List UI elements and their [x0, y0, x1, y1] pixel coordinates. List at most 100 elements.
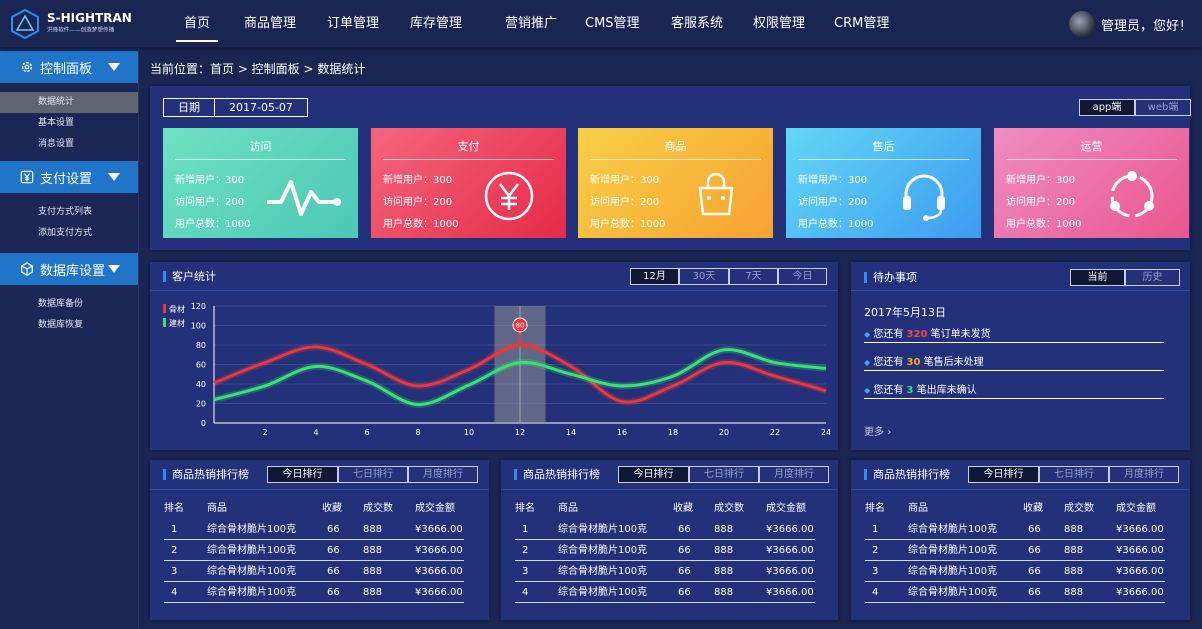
tab-current[interactable]: 当前: [1070, 269, 1125, 286]
table-cell: 888: [1064, 566, 1084, 577]
table-cell: 66: [327, 566, 340, 577]
column-header: 成交金额: [766, 503, 806, 514]
table-row[interactable]: 2 综合骨材脆片100克 66 888 ¥3666.00: [164, 540, 464, 561]
stat-label: 新增用户：: [590, 175, 640, 186]
tab-app[interactable]: app端: [1079, 99, 1135, 116]
sidebar-item-data-stats[interactable]: 数据统计: [0, 92, 138, 113]
sidebar-item-add-payment[interactable]: 添加支付方式: [0, 223, 138, 244]
stat-label: 访问用户：: [1006, 197, 1056, 208]
yen-icon: [484, 171, 534, 221]
table-row[interactable]: 1 综合骨材脆片100克 66 888 ¥3666.00: [164, 519, 464, 540]
stat-card[interactable]: 运营 新增用户：300 访问用户：200 用户总数：1000: [994, 128, 1189, 238]
ranking-tabs[interactable]: 今日排行 七日排行 月度排行: [267, 466, 478, 483]
sidebar-item-db-backup[interactable]: 数据库备份: [0, 294, 138, 315]
y-tick-label: 80: [196, 341, 206, 350]
sidebar-item-db-restore[interactable]: 数据库恢复: [0, 315, 138, 336]
cube-icon: [21, 262, 33, 276]
nav-permissions[interactable]: 权限管理: [753, 0, 805, 47]
divider: [590, 159, 761, 160]
sidebar-item-message-settings[interactable]: 消息设置: [0, 134, 138, 155]
table-row[interactable]: 4 综合骨材脆片100克 66 888 ¥3666.00: [164, 582, 464, 603]
nav-customer-service[interactable]: 客服系统: [671, 0, 723, 47]
tab-ranking-month[interactable]: 月度排行: [408, 466, 478, 483]
todo-item[interactable]: ◆ 您还有 30 笔售后未处理: [864, 353, 984, 368]
table-cell: ¥3666.00: [415, 566, 463, 577]
tab-7-days[interactable]: 7天: [729, 268, 778, 285]
tab-history[interactable]: 历史: [1125, 269, 1180, 286]
date-filter-value[interactable]: 2017-05-07: [214, 99, 307, 116]
sidebar-item-basic-settings[interactable]: 基本设置: [0, 113, 138, 134]
column-header: 成交金额: [415, 503, 455, 514]
column-header: 商品: [558, 503, 578, 514]
logo[interactable]: S-HIGHTRAN 洪锋软件——创造梦想传播: [10, 7, 140, 41]
legend-label: 建材: [169, 318, 185, 328]
table-cell: 3: [171, 566, 178, 577]
column-header: 排名: [164, 503, 184, 514]
table-cell: 4: [522, 587, 529, 598]
sidebar-group-payment[interactable]: 支付设置: [0, 161, 138, 193]
table-row[interactable]: 3 综合骨材脆片100克 66 888 ¥3666.00: [515, 561, 815, 582]
table-cell: 66: [1028, 587, 1041, 598]
tab-web[interactable]: web端: [1135, 99, 1191, 116]
table-row[interactable]: 1 综合骨材脆片100克 66 888 ¥3666.00: [865, 519, 1165, 540]
x-tick-label: 4: [313, 428, 318, 437]
stat-value: 300: [433, 175, 453, 186]
stat-card[interactable]: 售后 新增用户：300 访问用户：200 用户总数：1000: [786, 128, 981, 238]
customer-stats-tabs[interactable]: 12月 30天 7天 今日: [630, 268, 827, 285]
stat-label: 用户总数：: [590, 219, 640, 230]
nav-orders[interactable]: 订单管理: [327, 0, 379, 47]
tab-ranking-today[interactable]: 今日排行: [618, 466, 689, 483]
nav-marketing[interactable]: 营销推广: [505, 0, 557, 47]
sidebar-group-control-panel[interactable]: 控制面板: [0, 51, 138, 83]
platform-toggle[interactable]: app端 web端: [1079, 99, 1191, 116]
todo-item[interactable]: ◆ 您还有 320 笔订单未发货: [864, 325, 991, 340]
column-header: 成交金额: [1116, 503, 1156, 514]
tab-ranking-month[interactable]: 月度排行: [1109, 466, 1179, 483]
stat-value: 1000: [225, 219, 251, 230]
tab-ranking-week[interactable]: 七日排行: [338, 466, 408, 483]
x-tick-label: 6: [364, 428, 369, 437]
tab-ranking-week[interactable]: 七日排行: [1039, 466, 1109, 483]
table-row[interactable]: 4 综合骨材脆片100克 66 888 ¥3666.00: [865, 582, 1165, 603]
table-cell: ¥3666.00: [766, 545, 814, 556]
nav-cms[interactable]: CMS管理: [585, 0, 640, 47]
tab-ranking-today[interactable]: 今日排行: [968, 466, 1039, 483]
tab-30-days[interactable]: 30天: [679, 268, 729, 285]
user-menu[interactable]: 管理员，您好！: [1068, 11, 1192, 37]
table-row[interactable]: 1 综合骨材脆片100克 66 888 ¥3666.00: [515, 519, 815, 540]
tab-ranking-week[interactable]: 七日排行: [689, 466, 759, 483]
stat-value: 200: [848, 197, 868, 208]
table-row[interactable]: 3 综合骨材脆片100克 66 888 ¥3666.00: [164, 561, 464, 582]
ranking-tabs[interactable]: 今日排行 七日排行 月度排行: [618, 466, 829, 483]
table-row[interactable]: 2 综合骨材脆片100克 66 888 ¥3666.00: [865, 540, 1165, 561]
x-tick-label: 24: [821, 428, 830, 437]
nav-products[interactable]: 商品管理: [244, 0, 296, 47]
todo-more-link[interactable]: 更多 ›: [864, 423, 891, 438]
ranking-tabs[interactable]: 今日排行 七日排行 月度排行: [968, 466, 1179, 483]
table-cell: ¥3666.00: [766, 587, 814, 598]
x-tick-label: 2: [262, 428, 267, 437]
sidebar-item-payment-list[interactable]: 支付方式列表: [0, 202, 138, 223]
nav-home[interactable]: 首页: [175, 0, 219, 47]
headset-icon: [903, 174, 945, 221]
tab-12-months[interactable]: 12月: [630, 268, 679, 285]
table-row[interactable]: 4 综合骨材脆片100克 66 888 ¥3666.00: [515, 582, 815, 603]
avatar[interactable]: [1068, 11, 1095, 37]
todo-tabs[interactable]: 当前 历史: [1070, 269, 1180, 286]
date-filter[interactable]: 日期 2017-05-07: [163, 98, 308, 117]
stat-card[interactable]: 商品 新增用户：300 访问用户：200 用户总数：1000: [578, 128, 773, 238]
tab-today[interactable]: 今日: [778, 268, 827, 285]
stat-card[interactable]: 访问 新增用户：300 访问用户：200 用户总数：1000: [163, 128, 358, 238]
stat-card[interactable]: 支付 新增用户：300 访问用户：200 用户总数：1000: [371, 128, 566, 238]
table-cell: 888: [363, 566, 383, 577]
sidebar-group-database[interactable]: 数据库设置: [0, 253, 138, 285]
nav-crm[interactable]: CRM管理: [834, 0, 889, 47]
table-cell: 66: [1028, 524, 1041, 535]
tab-ranking-today[interactable]: 今日排行: [267, 466, 338, 483]
table-row[interactable]: 3 综合骨材脆片100克 66 888 ¥3666.00: [865, 561, 1165, 582]
tab-ranking-month[interactable]: 月度排行: [759, 466, 829, 483]
nav-inventory[interactable]: 库存管理: [410, 0, 462, 47]
table-row[interactable]: 2 综合骨材脆片100克 66 888 ¥3666.00: [515, 540, 815, 561]
todo-item[interactable]: ◆ 您还有 3 笔出库未确认: [864, 381, 977, 396]
todo-title: 待办事项: [864, 272, 917, 283]
